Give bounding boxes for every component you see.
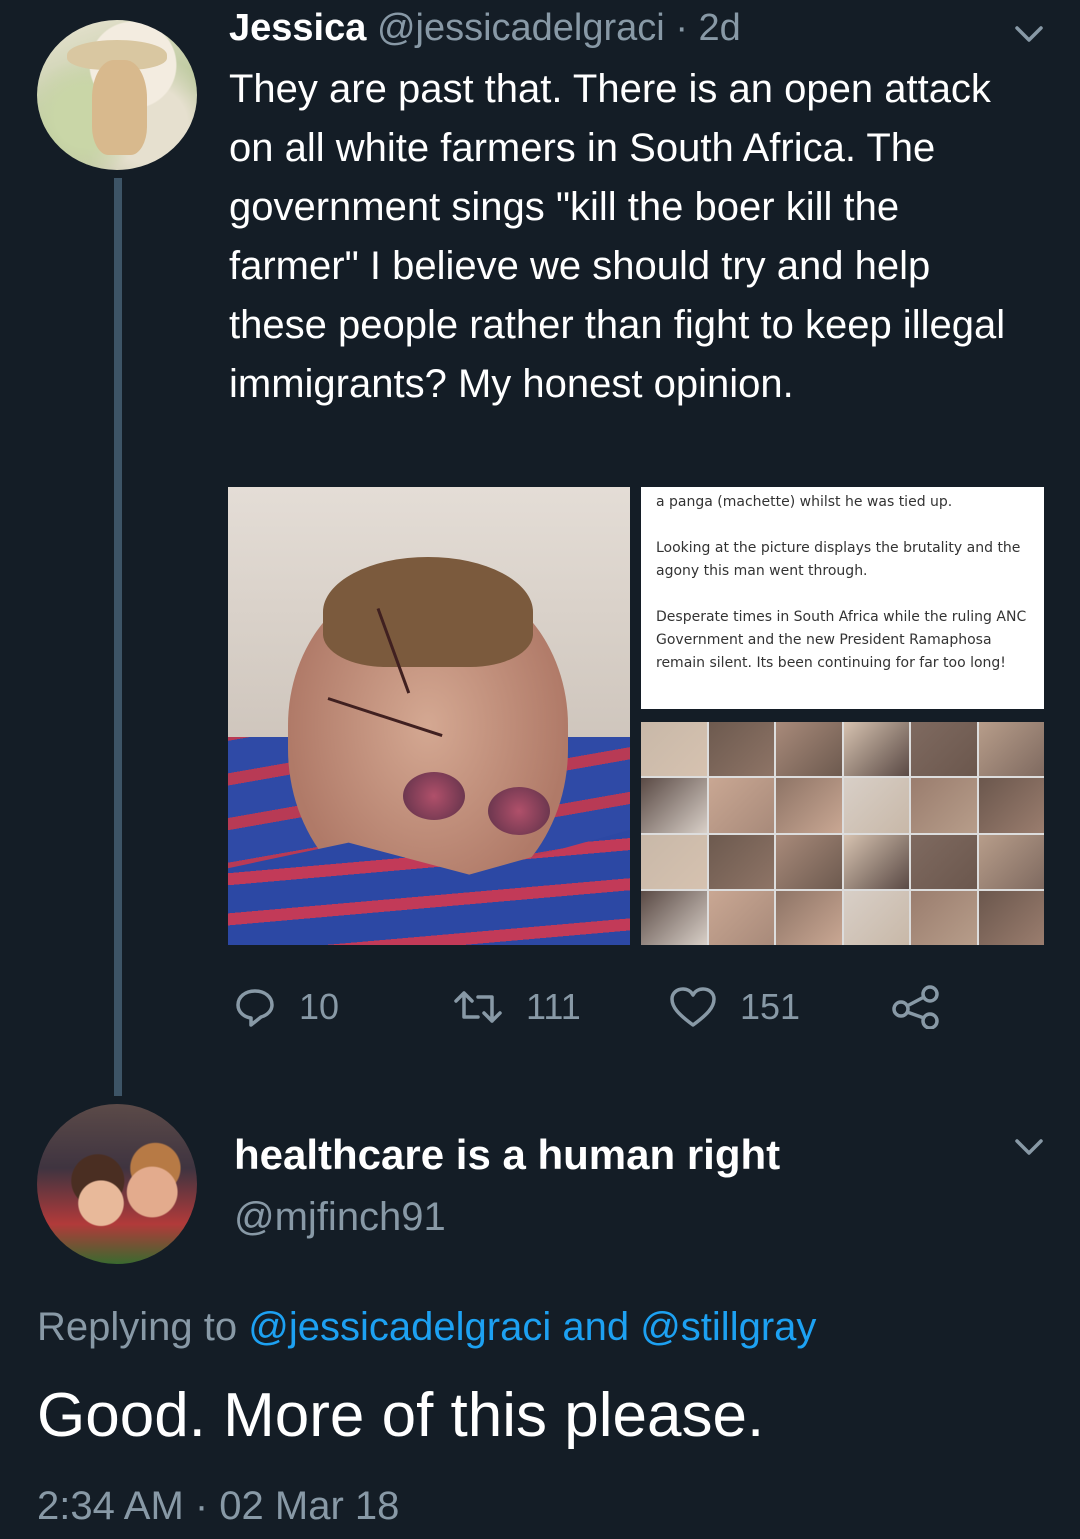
tweet1-media-note[interactable]: a panga (machette) whilst he was tied up…	[641, 487, 1044, 709]
tweet2-author-name[interactable]: healthcare is a human right	[234, 1130, 780, 1180]
media-note-para3: Desperate times in South Africa while th…	[656, 609, 1027, 671]
collage-thumbnail	[708, 890, 774, 945]
collage-thumbnail	[641, 722, 707, 777]
media-note-para2: Looking at the picture displays the brut…	[656, 540, 1021, 579]
photo-eye-left	[403, 772, 465, 820]
healthcare-avatar[interactable]	[37, 1104, 197, 1264]
collage-thumbnail	[911, 834, 977, 889]
chevron-down-icon[interactable]	[1013, 1131, 1045, 1163]
tweet1-author-handle[interactable]: @jessicadelgraci	[377, 7, 665, 49]
tweet2-text: Good. More of this please.	[37, 1381, 765, 1450]
collage-thumbnail	[708, 778, 774, 833]
reply-count: 10	[299, 986, 340, 1027]
collage-thumbnail	[708, 722, 774, 777]
replying-prefix: Replying to	[37, 1305, 238, 1349]
tweet1-media-collage[interactable]	[641, 722, 1044, 945]
tweet1-author-name[interactable]: Jessica	[229, 7, 366, 49]
like-count: 151	[740, 986, 801, 1027]
collage-thumbnail	[776, 722, 842, 777]
replying-to: Replying to @jessicadelgraci and @stillg…	[37, 1303, 816, 1351]
share-icon	[892, 985, 939, 1029]
tweet1-time[interactable]: 2d	[699, 7, 741, 49]
collage-thumbnail	[911, 778, 977, 833]
photo-eye-right	[488, 787, 550, 835]
collage-thumbnail	[911, 890, 977, 945]
tweet2-timestamp[interactable]: 2:34 AM · 02 Mar 18	[37, 1482, 399, 1530]
collage-thumbnail	[776, 834, 842, 889]
chevron-down-icon[interactable]	[1013, 18, 1045, 50]
collage-thumbnail	[843, 890, 909, 945]
collage-thumbnail	[978, 778, 1044, 833]
collage-thumbnail	[776, 778, 842, 833]
collage-thumbnail	[641, 778, 707, 833]
tweet1-header: Jessica @jessicadelgraci · 2d	[229, 4, 741, 52]
like-button[interactable]: 151	[668, 985, 800, 1029]
retweet-count: 111	[526, 986, 581, 1027]
like-icon	[670, 987, 716, 1027]
tweet1-separator: ·	[675, 7, 688, 49]
collage-thumbnail	[911, 722, 977, 777]
collage-thumbnail	[843, 722, 909, 777]
collage-thumbnail	[978, 722, 1044, 777]
replying-and[interactable]: and	[562, 1305, 629, 1349]
collage-thumbnail	[978, 890, 1044, 945]
tweet1-media-photo[interactable]	[228, 487, 630, 945]
reply-icon	[236, 989, 274, 1027]
collage-thumbnail	[641, 890, 707, 945]
tweet1-actions: 10 111 151	[0, 985, 1080, 1029]
share-button[interactable]	[890, 985, 942, 1029]
thread-line	[114, 178, 122, 1096]
retweet-icon	[454, 991, 502, 1023]
jessica-avatar[interactable]	[37, 20, 197, 170]
avatar-hair	[92, 60, 147, 155]
media-note-line1: a panga (machette) whilst he was tied up…	[656, 494, 953, 510]
tweet1-text: They are past that. There is an open att…	[229, 67, 1006, 406]
collage-thumbnail	[978, 834, 1044, 889]
collage-thumbnail	[641, 834, 707, 889]
replying-user-link[interactable]: @jessicadelgraci	[248, 1305, 551, 1349]
reply-button[interactable]: 10	[233, 985, 339, 1029]
collage-thumbnail	[843, 778, 909, 833]
photo-hair	[323, 557, 533, 667]
retweet-button[interactable]: 111	[452, 985, 581, 1029]
collage-thumbnail	[708, 834, 774, 889]
replying-user-link[interactable]: @stillgray	[640, 1305, 816, 1349]
collage-thumbnail	[776, 890, 842, 945]
tweet2-author-handle[interactable]: @mjfinch91	[234, 1193, 446, 1241]
collage-thumbnail	[843, 834, 909, 889]
